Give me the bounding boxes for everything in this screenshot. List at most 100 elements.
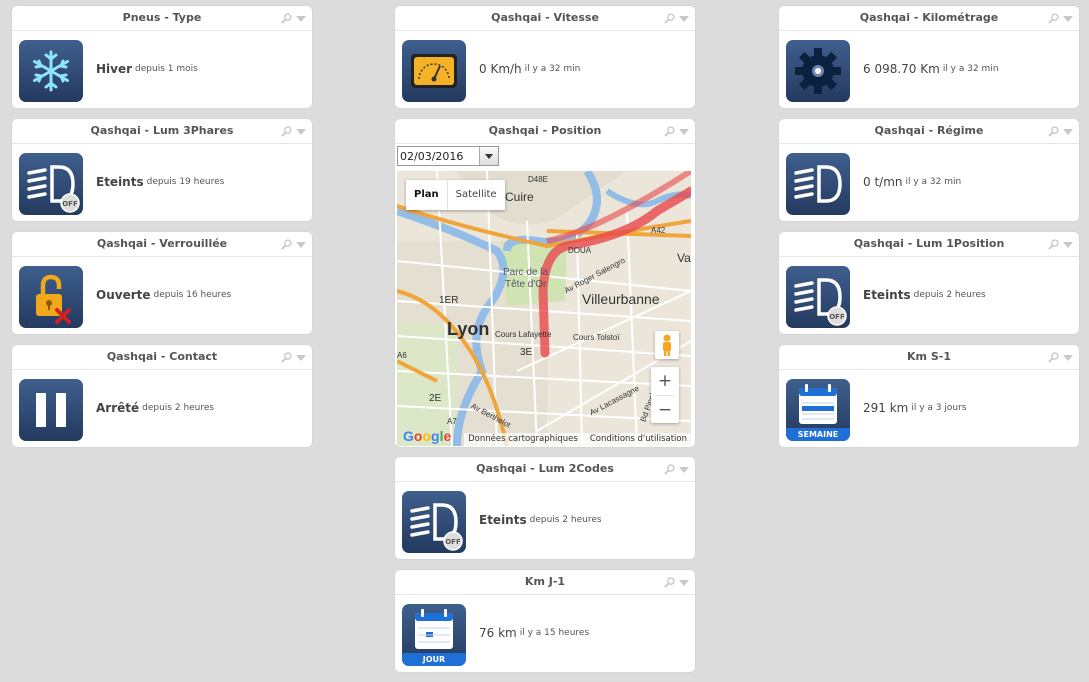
widget-kilometrage: Qashqai - Kilométrage 6 098.70 Km il y a … bbox=[779, 6, 1079, 108]
svg-text:OFF: OFF bbox=[829, 313, 845, 321]
dropdown-arrow-icon[interactable] bbox=[296, 128, 306, 135]
map-label: -Cuire bbox=[501, 190, 534, 204]
calendar-icon: SEMAINE bbox=[786, 379, 850, 441]
widget-title: Qashqai - Vitesse bbox=[395, 6, 695, 31]
search-icon[interactable] bbox=[281, 238, 292, 250]
date-picker[interactable]: 02/03/2016 bbox=[397, 146, 499, 166]
period-strip: SEMAINE bbox=[786, 428, 850, 441]
map-label: D48E bbox=[528, 175, 549, 184]
search-icon[interactable] bbox=[281, 12, 292, 24]
value-text: 291 km bbox=[863, 401, 909, 415]
time-text: depuis 2 heures bbox=[142, 403, 215, 413]
map-label: Parc de la bbox=[503, 267, 549, 278]
dropdown-arrow-icon[interactable] bbox=[296, 241, 306, 248]
value-text: 76 km bbox=[479, 626, 517, 640]
google-logo: Google bbox=[403, 428, 452, 444]
map-label: A7 bbox=[447, 417, 457, 426]
dropdown-arrow-icon[interactable] bbox=[1063, 354, 1073, 361]
search-icon[interactable] bbox=[664, 463, 675, 475]
dropdown-arrow-icon[interactable] bbox=[679, 15, 689, 22]
calendar-icon: JOUR bbox=[402, 604, 466, 666]
widget-title: Qashqai - Régime bbox=[779, 119, 1079, 144]
search-icon[interactable] bbox=[664, 12, 675, 24]
dropdown-arrow-icon[interactable] bbox=[679, 579, 689, 586]
widget-regime: Qashqai - Régime 0 t/mn il y a 32 min bbox=[779, 119, 1079, 221]
widget-lum-2codes: Qashqai - Lum 2Codes OFF Eteints depuis 2… bbox=[395, 457, 695, 559]
time-text: il y a 15 heures bbox=[519, 628, 590, 638]
terms-link[interactable]: Conditions d'utilisation bbox=[590, 433, 687, 446]
unlocked-padlock-icon bbox=[19, 266, 83, 328]
map-type-plan[interactable]: Plan bbox=[406, 180, 448, 210]
value-text: Eteints bbox=[863, 288, 911, 302]
search-icon[interactable] bbox=[281, 351, 292, 363]
search-icon[interactable] bbox=[664, 125, 675, 137]
value-text: Hiver bbox=[96, 62, 133, 76]
search-icon[interactable] bbox=[1048, 238, 1059, 250]
svg-text:OFF: OFF bbox=[62, 200, 78, 208]
time-text: depuis 16 heures bbox=[153, 290, 232, 300]
svg-text:OFF: OFF bbox=[445, 538, 461, 546]
map-type-satellite[interactable]: Satellite bbox=[448, 180, 505, 210]
search-icon[interactable] bbox=[281, 125, 292, 137]
search-icon[interactable] bbox=[1048, 125, 1059, 137]
map-label: Tête d'Or bbox=[505, 279, 547, 290]
widget-title: Qashqai - Lum 1Position bbox=[779, 232, 1079, 257]
dropdown-arrow-icon[interactable] bbox=[679, 128, 689, 135]
snowflake-icon bbox=[19, 40, 83, 102]
map[interactable]: -Cuire D48E DOUA A42 Va Parc de la Tête … bbox=[397, 171, 691, 446]
dropdown-arrow-icon[interactable] bbox=[1063, 128, 1073, 135]
dropdown-arrow-icon[interactable] bbox=[1063, 15, 1073, 22]
map-label: Cours Lafayette bbox=[495, 330, 552, 339]
headlight-off-icon: OFF bbox=[402, 491, 466, 553]
widget-contact: Qashqai - Contact Arrêté depuis 2 heures bbox=[12, 345, 312, 447]
widget-title: Qashqai - Lum 2Codes bbox=[395, 457, 695, 482]
dropdown-arrow-icon[interactable] bbox=[1063, 241, 1073, 248]
dropdown-arrow-icon[interactable] bbox=[296, 15, 306, 22]
time-text: il y a 32 min bbox=[524, 64, 581, 74]
widget-km-j1: Km J-1 JOUR 76 km il y a 15 heures bbox=[395, 570, 695, 672]
widget-title: Qashqai - Position bbox=[395, 119, 695, 144]
map-label: 2E bbox=[429, 393, 442, 404]
map-label: Lyon bbox=[447, 319, 490, 339]
time-text: depuis 2 heures bbox=[913, 290, 986, 300]
value-text: Ouverte bbox=[96, 288, 151, 302]
map-data-link[interactable]: Données cartographiques bbox=[468, 433, 578, 446]
zoom-in-button[interactable]: + bbox=[651, 367, 679, 395]
period-strip: JOUR bbox=[402, 653, 466, 666]
search-icon[interactable] bbox=[1048, 12, 1059, 24]
widget-lum-1position: Qashqai - Lum 1Position OFF Eteints depui… bbox=[779, 232, 1079, 334]
gear-icon bbox=[786, 40, 850, 102]
widget-title: Qashqai - Contact bbox=[12, 345, 312, 370]
widget-title: Pneus - Type bbox=[12, 6, 312, 31]
value-text: 6 098.70 Km bbox=[863, 62, 940, 76]
map-label: 3E bbox=[520, 347, 533, 358]
zoom-control: + − bbox=[651, 367, 679, 423]
search-icon[interactable] bbox=[664, 576, 675, 588]
widget-position: Qashqai - Position -Cuire D48E DOUA A42 … bbox=[395, 119, 695, 447]
time-text: il y a 32 min bbox=[905, 177, 962, 187]
map-type-control: Plan Satellite bbox=[406, 180, 505, 210]
widget-title: Qashqai - Verrouillée bbox=[12, 232, 312, 257]
widget-lum-3phares: Qashqai - Lum 3Phares OFF Eteints depuis … bbox=[12, 119, 312, 221]
value-text: Eteints bbox=[479, 513, 527, 527]
dropdown-arrow-icon[interactable] bbox=[296, 354, 306, 361]
date-value: 02/03/2016 bbox=[400, 150, 464, 163]
dropdown-arrow-icon[interactable] bbox=[679, 466, 689, 473]
map-label: Va bbox=[677, 251, 691, 265]
widget-title: Qashqai - Kilométrage bbox=[779, 6, 1079, 31]
time-text: depuis 2 heures bbox=[529, 515, 602, 525]
map-label: A6 bbox=[397, 351, 407, 360]
time-text: depuis 19 heures bbox=[146, 177, 225, 187]
zoom-out-button[interactable]: − bbox=[651, 396, 679, 424]
value-text: Eteints bbox=[96, 175, 144, 189]
value-text: Arrêté bbox=[96, 401, 140, 415]
time-text: depuis 1 mois bbox=[135, 64, 198, 74]
search-icon[interactable] bbox=[1048, 351, 1059, 363]
date-dropdown-button[interactable] bbox=[479, 147, 498, 165]
headlight-off-icon: OFF bbox=[19, 153, 83, 215]
widget-km-s1: Km S-1 SEMAINE 291 km il y a 3 jours bbox=[779, 345, 1079, 447]
street-view-icon[interactable] bbox=[655, 331, 679, 359]
map-label: Villeurbanne bbox=[582, 291, 660, 307]
map-label: 1ER bbox=[439, 295, 459, 306]
headlight-off-icon: OFF bbox=[786, 266, 850, 328]
